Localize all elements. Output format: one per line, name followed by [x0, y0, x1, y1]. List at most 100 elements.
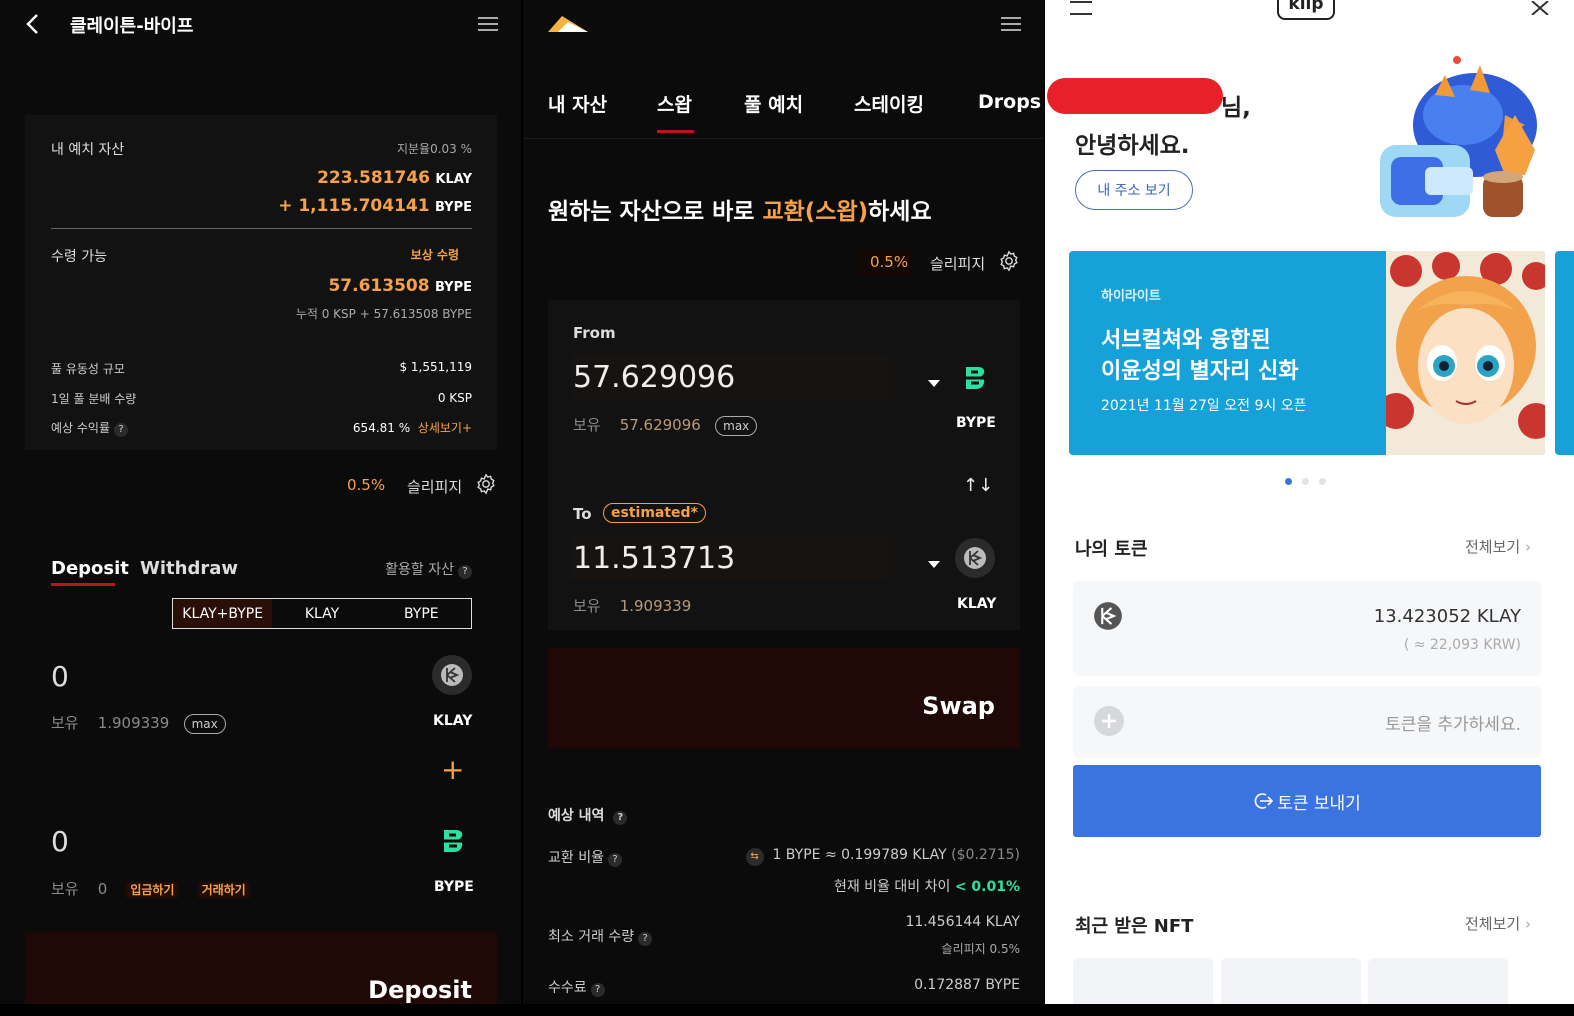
help-icon[interactable]: ?	[613, 811, 628, 825]
send-icon	[1253, 791, 1274, 811]
nav-drops[interactable]: Drops	[978, 91, 1041, 113]
rate-usd: ($0.2715)	[951, 847, 1020, 863]
klay-token-label: KLAY	[433, 713, 473, 729]
rate-diff-value: < 0.01%	[954, 879, 1020, 895]
dot[interactable]	[1319, 478, 1326, 485]
exchange-icon[interactable]: ⇆	[745, 848, 764, 866]
from-hold-value: 57.629096	[619, 416, 701, 434]
claim-reward-button[interactable]: 보상 수령	[411, 246, 459, 263]
banner-date: 2021년 11월 27일 오전 9시 오픈	[1101, 398, 1307, 414]
dot-active[interactable]	[1285, 478, 1292, 485]
view-all-nft-link[interactable]: 전체보기 ›	[1465, 913, 1531, 934]
deposit-button[interactable]: Deposit	[25, 932, 497, 1004]
dot[interactable]	[1302, 478, 1309, 485]
menu-icon[interactable]	[1001, 17, 1021, 31]
send-token-button[interactable]: 토큰 보내기	[1073, 765, 1541, 837]
bype-deposit: + 1,115.704141 BYPE	[278, 196, 472, 216]
trade-link[interactable]: 거래하기	[197, 882, 250, 898]
expected-details-label: 예상 내역 ?	[548, 805, 628, 825]
nav-pool[interactable]: 풀 예치	[744, 90, 803, 117]
swap-direction-icon[interactable]: ↑↓	[963, 475, 993, 496]
bype-hold-row: 보유 0 입금하기 거래하기	[51, 878, 250, 899]
expected-label-text: 예상 내역	[548, 808, 605, 824]
klay-token-card[interactable]: 13.423052 KLAY ( ≈ 22,093 KRW)	[1073, 581, 1541, 676]
banner-title-1: 서브컬쳐와 융합된	[1101, 328, 1271, 353]
view-address-button[interactable]: 내 주소 보기	[1075, 170, 1193, 210]
nav-staking[interactable]: 스테이킹	[854, 90, 924, 117]
klay-coin-icon	[432, 655, 472, 695]
apr-detail-link[interactable]: 상세보기+	[418, 421, 472, 435]
klay-balance: 13.423052 KLAY	[1373, 606, 1521, 627]
view-all-tokens-link[interactable]: 전체보기 ›	[1465, 536, 1531, 557]
assets-to-use: 활용할 자산?	[385, 559, 472, 579]
estimated-badge: estimated*	[603, 503, 706, 523]
seg-klay-bype[interactable]: KLAY+BYPE	[173, 599, 273, 628]
gear-icon[interactable]	[475, 473, 497, 495]
help-icon[interactable]: ?	[114, 423, 129, 437]
klip-logo: klip	[1277, 0, 1335, 20]
pool-size-value: $ 1,551,119	[399, 360, 472, 374]
tab-deposit[interactable]: Deposit	[51, 558, 129, 579]
gear-icon[interactable]	[998, 250, 1020, 272]
help-icon[interactable]: ?	[458, 565, 472, 579]
klay-krw: ( ≈ 22,093 KRW)	[1403, 637, 1521, 653]
highlight-banner[interactable]: 하이라이트 서브컬쳐와 융합된 이윤성의 별자리 신화 2021년 11월 27…	[1069, 251, 1545, 455]
page-title: 클레이튼-바이프	[70, 16, 194, 37]
min-slippage: 슬리피지 0.5%	[941, 942, 1020, 956]
greeting-suffix: 님,	[1221, 95, 1251, 121]
menu-icon[interactable]	[478, 17, 498, 31]
deposit-link[interactable]: 입금하기	[126, 882, 179, 898]
slippage-value: 0.5%	[870, 253, 909, 271]
help-icon[interactable]: ?	[638, 932, 653, 946]
nav-swap-underline	[657, 130, 694, 133]
tab-withdraw[interactable]: Withdraw	[140, 558, 238, 579]
help-icon[interactable]: ?	[607, 853, 622, 867]
klay-unit: KLAY	[435, 172, 472, 187]
from-token-dropdown-icon[interactable]	[928, 373, 940, 387]
redacted-name	[1047, 78, 1223, 114]
back-icon[interactable]	[22, 12, 44, 36]
deposit-button-label: Deposit	[368, 976, 472, 1004]
klay-hold-value: 1.909339	[97, 714, 170, 732]
slippage-label: 슬리피지	[930, 255, 986, 273]
slippage-value: 0.5%	[347, 476, 386, 494]
max-button[interactable]: max	[715, 416, 758, 436]
add-token-card[interactable]: 토큰을 추가하세요.	[1073, 686, 1541, 758]
help-icon[interactable]: ?	[590, 983, 605, 997]
klay-deposit: 223.581746 KLAY	[317, 168, 472, 188]
klayswap-pool-panel: 클레이튼-바이프 내 예치 자산 지분율0.03 % 223.581746 KL…	[0, 0, 521, 1004]
max-button[interactable]: max	[183, 714, 226, 734]
to-token-label: KLAY	[957, 596, 997, 612]
from-amount-input[interactable]: 57.629096	[573, 360, 735, 395]
seg-bype[interactable]: BYPE	[372, 599, 471, 628]
to-label: To	[573, 505, 592, 523]
divider	[51, 228, 472, 229]
banner-next-peek[interactable]	[1555, 251, 1574, 455]
nft-card[interactable]	[1073, 958, 1213, 1004]
bype-amount-input[interactable]: 0	[51, 825, 69, 858]
claim-unit: BYPE	[434, 280, 472, 295]
assets-to-use-label: 활용할 자산	[385, 562, 454, 578]
bype-hold-value: 0	[97, 880, 108, 898]
swap-button[interactable]: Swap	[548, 648, 1020, 748]
swap-button-label: Swap	[922, 692, 995, 720]
klayswap-logo[interactable]	[548, 14, 590, 34]
klay-amount-input[interactable]: 0	[51, 660, 69, 693]
menu-icon[interactable]	[1070, 0, 1092, 16]
nft-card[interactable]	[1221, 958, 1361, 1004]
to-amount-input[interactable]: 11.513713	[573, 541, 735, 576]
rate-label-row: 교환 비율?	[548, 847, 622, 867]
nav-swap[interactable]: 스왑	[657, 90, 692, 117]
close-icon[interactable]	[1531, 0, 1549, 16]
nav-my-assets[interactable]: 내 자산	[548, 90, 607, 117]
plus-icon: +	[441, 753, 465, 786]
fee-label-row: 수수료?	[548, 977, 605, 997]
claimable-label: 수령 가능	[51, 249, 107, 265]
fee-value: 0.172887 BYPE	[914, 977, 1020, 993]
headline-part-2: 교환(스왑)	[762, 199, 869, 225]
bype-coin-icon	[958, 362, 992, 394]
to-token-dropdown-icon[interactable]	[928, 554, 940, 568]
nft-card[interactable]	[1368, 958, 1508, 1004]
seg-klay[interactable]: KLAY	[272, 599, 371, 628]
banner-artwork	[1378, 251, 1545, 455]
